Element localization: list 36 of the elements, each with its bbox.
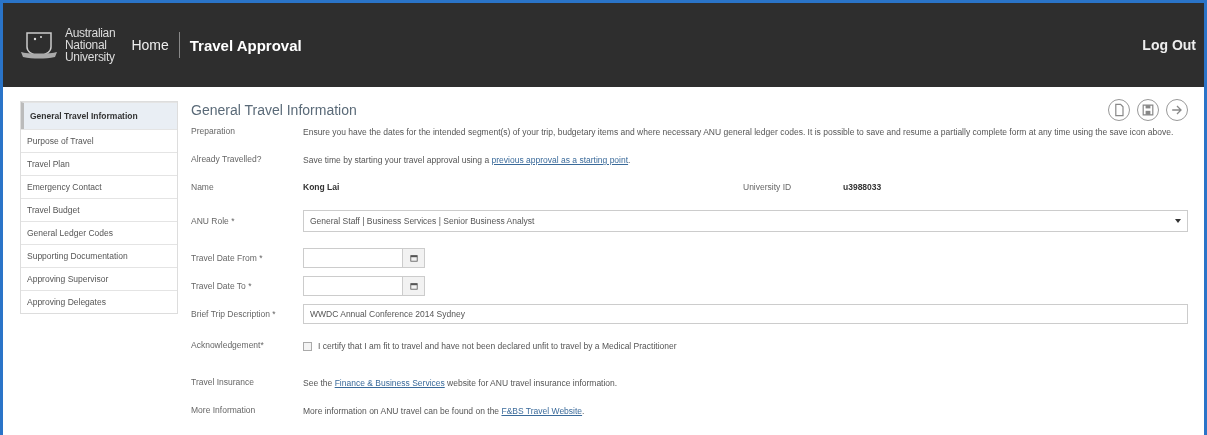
- field-label: Travel Date From *: [191, 253, 264, 263]
- save-icon[interactable]: [1137, 99, 1159, 121]
- home-link[interactable]: Home: [131, 37, 169, 53]
- calendar-icon[interactable]: [403, 276, 425, 296]
- calendar-icon[interactable]: [403, 248, 425, 268]
- info-text: Save time by starting your travel approval using a previous approval as a starting point.: [303, 154, 632, 167]
- link[interactable]: Finance & Business Services: [334, 378, 445, 388]
- role-dropdown[interactable]: General Staff | Business Services | Senior Business Analyst: [303, 210, 1188, 232]
- field-label: Already Travelled?: [191, 154, 263, 164]
- dropdown-caret-icon: [1175, 219, 1181, 223]
- university-id-value: u3988033: [843, 182, 883, 192]
- document-icon[interactable]: [1108, 99, 1130, 121]
- info-text: See the Finance & Business Services website for ANU travel insurance information.: [303, 377, 619, 390]
- form-title: General Travel Information: [191, 102, 357, 118]
- field-label: Name: [191, 182, 215, 192]
- name-value: Kong Lai: [303, 182, 341, 192]
- info-text: More information on ANU travel can be found on the F&BS Travel Website.: [303, 405, 586, 418]
- preparation-text: Ensure you have the dates for the intended segment(s) of your trip, budgetary items and where necessary ANU general ledger codes. It is possible to save and resume a partially complete form at any time using the save icon above.: [303, 126, 1175, 139]
- sidebar-item[interactable]: General Travel Information: [21, 102, 177, 129]
- description-field[interactable]: WWDC Annual Conference 2014 Sydney: [303, 304, 1188, 324]
- field-label: Brief Trip Description *: [191, 309, 277, 319]
- app-title: Travel Approval: [189, 36, 302, 54]
- logout-link[interactable]: Log Out: [1142, 37, 1196, 53]
- university-name: Australian National University: [65, 27, 116, 63]
- field-label: Acknowledgement*: [191, 340, 265, 350]
- acknowledgement-text: I certify that I am fit to travel and have not been declared unfit to travel by a Medical Practitioner: [318, 340, 678, 353]
- field-label: ANU Role *: [191, 216, 236, 226]
- field-label: Preparation: [191, 126, 236, 136]
- field-label: More Information: [191, 405, 257, 415]
- field-label: University ID: [743, 182, 793, 192]
- checkbox[interactable]: [303, 342, 312, 351]
- field-label: Travel Insurance: [191, 377, 255, 387]
- date-input[interactable]: [303, 248, 403, 268]
- date-input[interactable]: [303, 276, 403, 296]
- field-label: Travel Date To *: [191, 281, 253, 291]
- crest-logo-icon: [19, 30, 59, 60]
